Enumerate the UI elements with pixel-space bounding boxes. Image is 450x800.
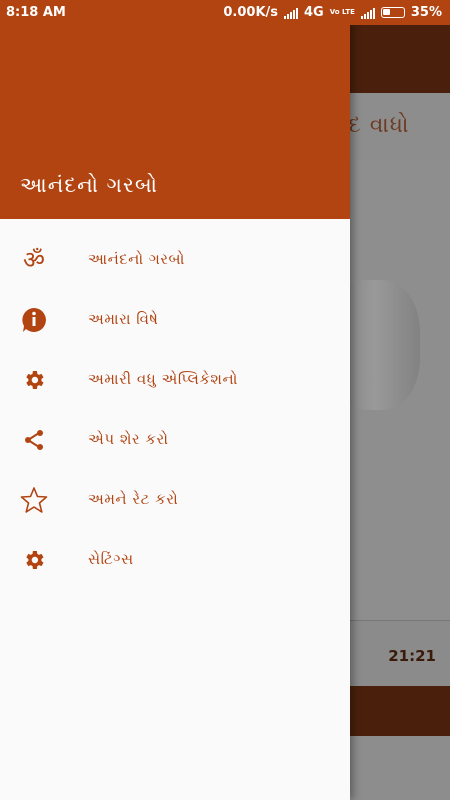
status-bar: 8:18 AM 0.00K/s 4G Vo LTE 35% [0, 0, 450, 25]
menu-item-label: અમારી વધુ એપ્લિકેશનો [88, 370, 238, 388]
drawer-menu: ॐ આનંદનો ગરબો અમારા વિષે અમારી વધુ એપ્લિ… [0, 230, 350, 590]
battery-level: 35% [410, 5, 442, 20]
drawer-header: આનંદનો ગરબો [0, 25, 350, 219]
menu-item-label: સેટિંગ્સ [88, 550, 134, 568]
info-icon [20, 306, 48, 334]
gear-icon [20, 366, 48, 394]
menu-item-anandno-garbo[interactable]: ॐ આનંદનો ગરબો [0, 230, 350, 290]
om-icon: ॐ [23, 246, 45, 274]
network-speed: 0.00K/s [223, 5, 279, 20]
menu-item-rate-us[interactable]: અમને રેટ કરો [0, 470, 350, 530]
status-indicators: 0.00K/s 4G Vo LTE 35% [223, 5, 442, 20]
menu-item-about-us[interactable]: અમારા વિષે [0, 290, 350, 350]
menu-item-settings[interactable]: સેટિંગ્સ [0, 530, 350, 590]
background-duration: 21:21 [388, 647, 436, 665]
network-type: 4G [304, 5, 324, 20]
signal-icon [284, 7, 299, 19]
battery-icon [380, 7, 405, 18]
volte-icon: Vo LTE [329, 8, 355, 16]
status-time: 8:18 AM [6, 5, 66, 20]
signal-icon-2 [360, 7, 375, 19]
menu-item-label: અમને રેટ કરો [88, 490, 179, 508]
gear-icon [20, 546, 48, 574]
menu-item-label: અમારા વિષે [88, 310, 159, 328]
menu-item-share-app[interactable]: એપ શેર કરો [0, 410, 350, 470]
menu-item-more-apps[interactable]: અમારી વધુ એપ્લિકેશનો [0, 350, 350, 410]
navigation-drawer: આનંદનો ગરબો ॐ આનંદનો ગરબો અમારા વિષે અમા… [0, 0, 350, 800]
share-icon [20, 426, 48, 454]
star-icon [20, 486, 48, 514]
drawer-title: આનંદનો ગરબો [20, 173, 158, 197]
menu-item-label: એપ શેર કરો [88, 430, 169, 448]
menu-item-label: આનંદનો ગરબો [88, 250, 185, 268]
